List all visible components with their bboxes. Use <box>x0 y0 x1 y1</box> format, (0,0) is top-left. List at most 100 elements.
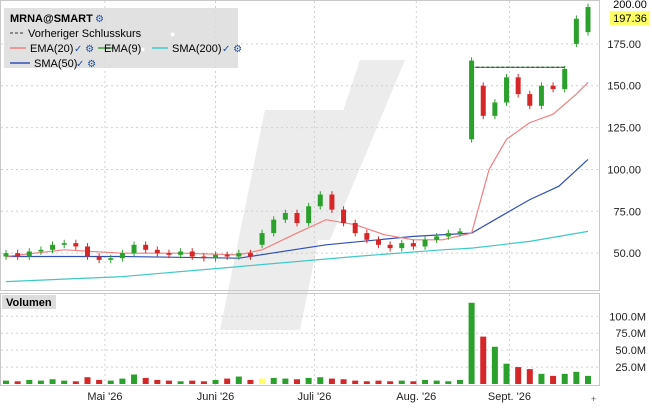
candle-up <box>422 239 428 247</box>
volume-bar <box>96 379 103 384</box>
volume-bar <box>317 377 324 384</box>
volume-tick-label: 25.0M <box>615 362 646 374</box>
candle-down <box>143 244 149 250</box>
candle-down <box>352 223 358 234</box>
volume-bar <box>119 378 126 384</box>
candle-up <box>445 233 451 237</box>
volume-bar <box>538 373 545 384</box>
scroll-right-icon[interactable]: + <box>591 394 596 404</box>
candle-down <box>364 233 370 240</box>
legend-sma50-check-icon[interactable]: ✓ ⚙ <box>76 59 96 70</box>
volume-bar <box>352 380 359 384</box>
time-tick-label: Juli '26 <box>298 391 332 403</box>
volume-bar <box>585 375 591 384</box>
candle-down <box>247 253 253 257</box>
legend-symbol[interactable]: MRNA@SMART <box>10 13 93 25</box>
candle-up <box>538 85 544 106</box>
volume-bar <box>189 380 196 384</box>
candle-up <box>585 7 591 33</box>
candle-up <box>61 243 67 245</box>
candle-down <box>341 209 347 224</box>
volume-bar <box>445 381 452 384</box>
candle-down <box>329 194 335 210</box>
price-tick-label: 125.00 <box>607 123 641 135</box>
volume-bar <box>14 381 21 384</box>
volume-bar <box>398 380 405 384</box>
last-price-label: 197.36 <box>613 13 647 25</box>
volume-bar <box>177 381 184 384</box>
volume-bar <box>200 381 207 384</box>
volume-bar <box>61 380 68 384</box>
volume-label: Volumen <box>6 297 52 309</box>
time-tick-label: Mai '26 <box>87 391 122 403</box>
candle-up <box>562 68 568 90</box>
time-tick-label: Aug. '26 <box>396 391 436 403</box>
legend-ema9-toggle-icon[interactable]: ● <box>140 44 145 54</box>
candle-up <box>119 253 125 259</box>
candle-up <box>108 258 114 260</box>
candle-up <box>434 236 440 240</box>
volume-bar <box>387 381 394 384</box>
candle-up <box>282 212 288 220</box>
candle-down <box>154 249 160 254</box>
volume-bar <box>84 377 91 384</box>
candle-up <box>131 244 137 254</box>
volume-bar <box>480 336 487 384</box>
candle-down <box>84 246 90 257</box>
candle-up <box>26 251 32 257</box>
candle-down <box>375 239 381 245</box>
volume-bar <box>363 381 370 384</box>
candle-up <box>3 253 9 257</box>
volume-bar <box>26 379 33 384</box>
volume-bar <box>294 379 300 384</box>
time-tick-label: Sept. '26 <box>488 391 531 403</box>
volume-tick-label: 100.0M <box>609 311 646 323</box>
volume-bar <box>224 378 231 384</box>
legend-sma200-check-icon[interactable]: ✓ ⚙ <box>222 44 242 55</box>
legend-prev-close[interactable]: Vorheriger Schlusskurs <box>28 28 142 40</box>
candle-up <box>457 231 463 234</box>
candle-down <box>550 85 556 90</box>
legend-prev-close-toggle-icon[interactable]: ● <box>170 29 175 39</box>
candle-up <box>38 249 44 252</box>
volume-tick-label: 75.0M <box>615 328 646 340</box>
volume-bar <box>259 378 266 384</box>
price-axis: 50.00 75.00 100.00 125.00 150.00 175.00 <box>607 39 641 260</box>
volume-bar <box>131 374 138 384</box>
volume-bar <box>270 377 277 384</box>
candle-down <box>189 251 195 257</box>
legend-ema9[interactable]: EMA(9) <box>104 43 141 55</box>
candle-up <box>50 244 56 250</box>
volume-bar <box>107 380 114 384</box>
legend-sma200[interactable]: SMA(200) <box>172 43 222 55</box>
volume-bar <box>515 367 522 384</box>
volume-bar <box>491 346 498 384</box>
price-tick-label: 50.00 <box>613 248 641 260</box>
legend-symbol-settings-icon[interactable]: ⚙ <box>95 14 104 25</box>
candle-down <box>294 212 300 224</box>
volume-tick-label: 50.0M <box>615 345 646 357</box>
legend-ema20-check-icon[interactable]: ✓ ⚙ <box>74 44 94 55</box>
stock-chart: 50.00 75.00 100.00 125.00 150.00 175.00 25.0M… <box>0 0 652 408</box>
volume-axis: 25.0M 50.0M 75.0M 100.0M <box>609 311 646 374</box>
candle-down <box>387 244 393 249</box>
volume-bar <box>526 369 533 384</box>
volume-bar <box>212 379 219 384</box>
volume-bar <box>282 378 289 384</box>
candle-down <box>201 256 207 259</box>
candle-down <box>96 256 102 260</box>
price-tick-label: 150.00 <box>607 81 641 93</box>
candle-up <box>178 251 184 255</box>
volume-bar <box>550 375 557 384</box>
candle-up <box>573 18 579 44</box>
volume-bar <box>561 373 568 384</box>
candle-down <box>73 243 79 247</box>
price-tick-label: 175.00 <box>607 39 641 51</box>
legend-sma50[interactable]: SMA(50) <box>34 58 77 70</box>
candle-up <box>492 102 498 116</box>
candle-down <box>410 243 416 247</box>
volume-bar <box>305 377 312 384</box>
candle-down <box>515 77 521 95</box>
candle-up <box>469 60 475 140</box>
legend-ema20[interactable]: EMA(20) <box>30 43 73 55</box>
